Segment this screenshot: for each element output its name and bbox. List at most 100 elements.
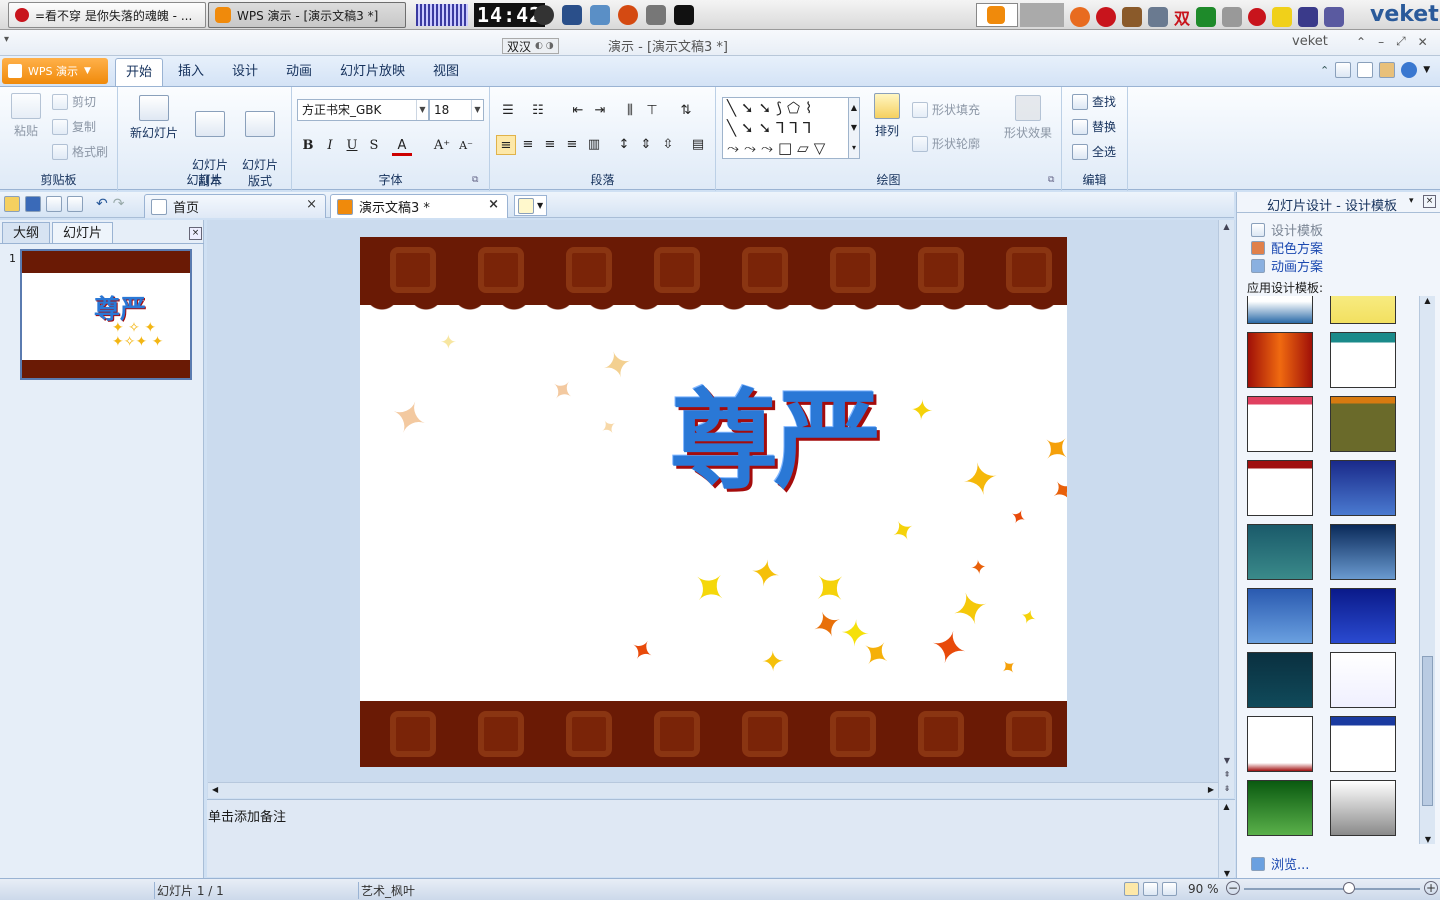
home-icon[interactable]	[1357, 62, 1374, 78]
workspace-pager[interactable]	[416, 4, 468, 26]
template-scrollbar[interactable]: ▲ ▼	[1419, 296, 1435, 844]
print-preview-icon[interactable]	[67, 196, 83, 212]
template-thumbnail[interactable]	[1247, 780, 1313, 836]
template-thumbnail[interactable]	[1330, 460, 1396, 516]
template-thumbnail[interactable]	[1330, 588, 1396, 644]
scroll-down-icon[interactable]: ▼	[1219, 869, 1235, 878]
horizontal-scrollbar[interactable]: ◀ ▶	[208, 782, 1218, 798]
paint-icon[interactable]	[618, 5, 638, 25]
tab-slides[interactable]: 幻灯片	[52, 222, 114, 244]
mixer-icon[interactable]	[646, 5, 666, 25]
help-icon[interactable]	[1401, 62, 1418, 78]
font-color-icon[interactable]: A	[392, 136, 412, 156]
bold-icon[interactable]: B	[298, 136, 318, 156]
zoom-in-icon[interactable]: +	[1424, 881, 1438, 895]
input-method-indicator[interactable]: 双	[1174, 5, 1190, 29]
camera-icon[interactable]	[534, 5, 554, 25]
maximize-icon[interactable]: ⤢	[1396, 34, 1406, 49]
scroll-down-icon[interactable]: ▼ ⇞ ⇟	[1219, 754, 1235, 796]
decrease-indent-icon[interactable]: ⇤	[568, 101, 588, 121]
tab-animation[interactable]: 动画	[276, 58, 322, 86]
shrink-font-icon[interactable]: A⁻	[456, 136, 476, 156]
image-viewer-icon[interactable]	[590, 5, 610, 25]
template-thumbnail[interactable]	[1247, 716, 1313, 772]
scroll-left-icon[interactable]: ◀	[212, 783, 218, 797]
template-gallery[interactable]	[1247, 296, 1415, 844]
save-icon[interactable]	[25, 196, 41, 212]
template-thumbnail[interactable]	[1330, 396, 1396, 452]
link-design-templates[interactable]: 设计模板	[1251, 220, 1323, 239]
template-thumbnail[interactable]	[1330, 652, 1396, 708]
volume-icon[interactable]	[1298, 7, 1319, 27]
grow-font-icon[interactable]: A⁺	[432, 136, 452, 156]
search-icon[interactable]	[1324, 7, 1345, 27]
scroll-up-icon[interactable]: ▲	[1420, 296, 1435, 305]
new-slide-button[interactable]: 新幻灯片	[126, 95, 182, 141]
new-tab-button[interactable]: ▼	[514, 195, 548, 216]
select-all-button[interactable]: 全选	[1072, 143, 1116, 160]
network-icon[interactable]	[1148, 7, 1168, 27]
increase-indent-icon[interactable]: ⇥	[590, 101, 610, 121]
numbering-icon[interactable]: ☷	[528, 101, 548, 121]
template-thumbnail[interactable]	[1247, 296, 1313, 324]
sort-icon[interactable]: ⇅	[676, 101, 696, 121]
template-thumbnail[interactable]	[1330, 780, 1396, 836]
zoom-slider[interactable]	[1244, 888, 1420, 890]
notes-pane[interactable]: 单击添加备注 ▲ ▼	[207, 799, 1235, 878]
tab-design[interactable]: 设计	[222, 58, 268, 86]
terminal-icon[interactable]	[674, 5, 694, 25]
window-menu-icon[interactable]: ▾	[4, 34, 9, 45]
doc-tab-presentation[interactable]: 演示文稿3 * ×	[330, 194, 508, 218]
taskbar-item-music[interactable]: =看不穿 是你失落的魂魄 - ...	[8, 2, 206, 28]
template-thumbnail[interactable]	[1330, 524, 1396, 580]
firefox-icon[interactable]	[1070, 7, 1090, 27]
font-size-combo[interactable]: 18 ▼	[429, 99, 484, 121]
replace-button[interactable]: 替换	[1072, 118, 1116, 135]
template-thumbnail[interactable]	[1330, 296, 1396, 324]
power-icon[interactable]	[1272, 7, 1293, 27]
undo-icon[interactable]: ↶	[96, 196, 108, 212]
space-after-icon[interactable]: ⇳	[658, 135, 678, 155]
shadow-text-icon[interactable]: S	[364, 136, 384, 156]
tool-icon[interactable]	[1122, 7, 1142, 27]
slide-title[interactable]: 尊严	[670, 387, 882, 495]
chevron-down-icon[interactable]: ▼	[1423, 65, 1430, 75]
template-thumbnail[interactable]	[1247, 332, 1313, 388]
arrange-button[interactable]: 排列	[868, 93, 906, 139]
zoom-out-icon[interactable]: −	[1226, 881, 1240, 895]
cut-button[interactable]: 剪切	[52, 93, 96, 110]
opera-icon[interactable]	[1248, 8, 1267, 26]
slideshow-view-icon[interactable]	[1162, 882, 1177, 896]
link-color-schemes[interactable]: 配色方案	[1251, 238, 1323, 257]
minimize-icon[interactable]: –	[1378, 35, 1384, 49]
chevron-down-icon[interactable]: ▾	[1409, 196, 1414, 206]
template-thumbnail[interactable]	[1247, 588, 1313, 644]
vertical-scrollbar[interactable]: ▲ ▼ ⇞ ⇟	[1218, 220, 1234, 798]
shape-effect-button[interactable]: 形状效果	[1000, 95, 1056, 141]
align-text-icon[interactable]: ⊤	[642, 101, 662, 121]
taskbar-item-wps[interactable]: WPS 演示 - [演示文稿3 *]	[208, 2, 406, 28]
mushroom-icon[interactable]	[1196, 7, 1217, 27]
user-icon[interactable]	[1379, 62, 1396, 78]
shapes-gallery[interactable]: ╲➘➘⟆⬠⌇ ╲➘➘⅂⅂⅂ ⤳⤳⤳□▱▽	[722, 97, 850, 159]
format-painter-button[interactable]: 格式刷	[52, 143, 108, 160]
bullets-icon[interactable]: ☰	[498, 101, 518, 121]
sorter-view-icon[interactable]	[1143, 882, 1158, 896]
scroll-up-icon[interactable]: ▲	[1219, 800, 1234, 814]
text-direction-icon[interactable]: ⫼	[620, 101, 640, 121]
close-icon[interactable]: ✕	[1418, 35, 1428, 49]
pen-icon[interactable]	[1222, 7, 1243, 27]
roll-up-icon[interactable]: ⌃	[1356, 35, 1366, 49]
normal-view-icon[interactable]	[1124, 882, 1139, 896]
italic-icon[interactable]: I	[320, 136, 340, 156]
ime-bar[interactable]: 双汉 ◐ ◑	[502, 38, 559, 54]
close-icon[interactable]: ×	[306, 197, 317, 212]
tab-view[interactable]: 视图	[423, 58, 469, 86]
close-icon[interactable]: ×	[488, 197, 499, 212]
notes-scrollbar[interactable]: ▲ ▼	[1218, 800, 1234, 878]
print-icon[interactable]	[46, 196, 62, 212]
shape-outline-button[interactable]: 形状轮廓	[912, 135, 980, 152]
close-icon[interactable]: ×	[1423, 195, 1436, 208]
scroll-thumb[interactable]	[1422, 656, 1433, 806]
zoom-slider-thumb[interactable]	[1342, 882, 1355, 894]
